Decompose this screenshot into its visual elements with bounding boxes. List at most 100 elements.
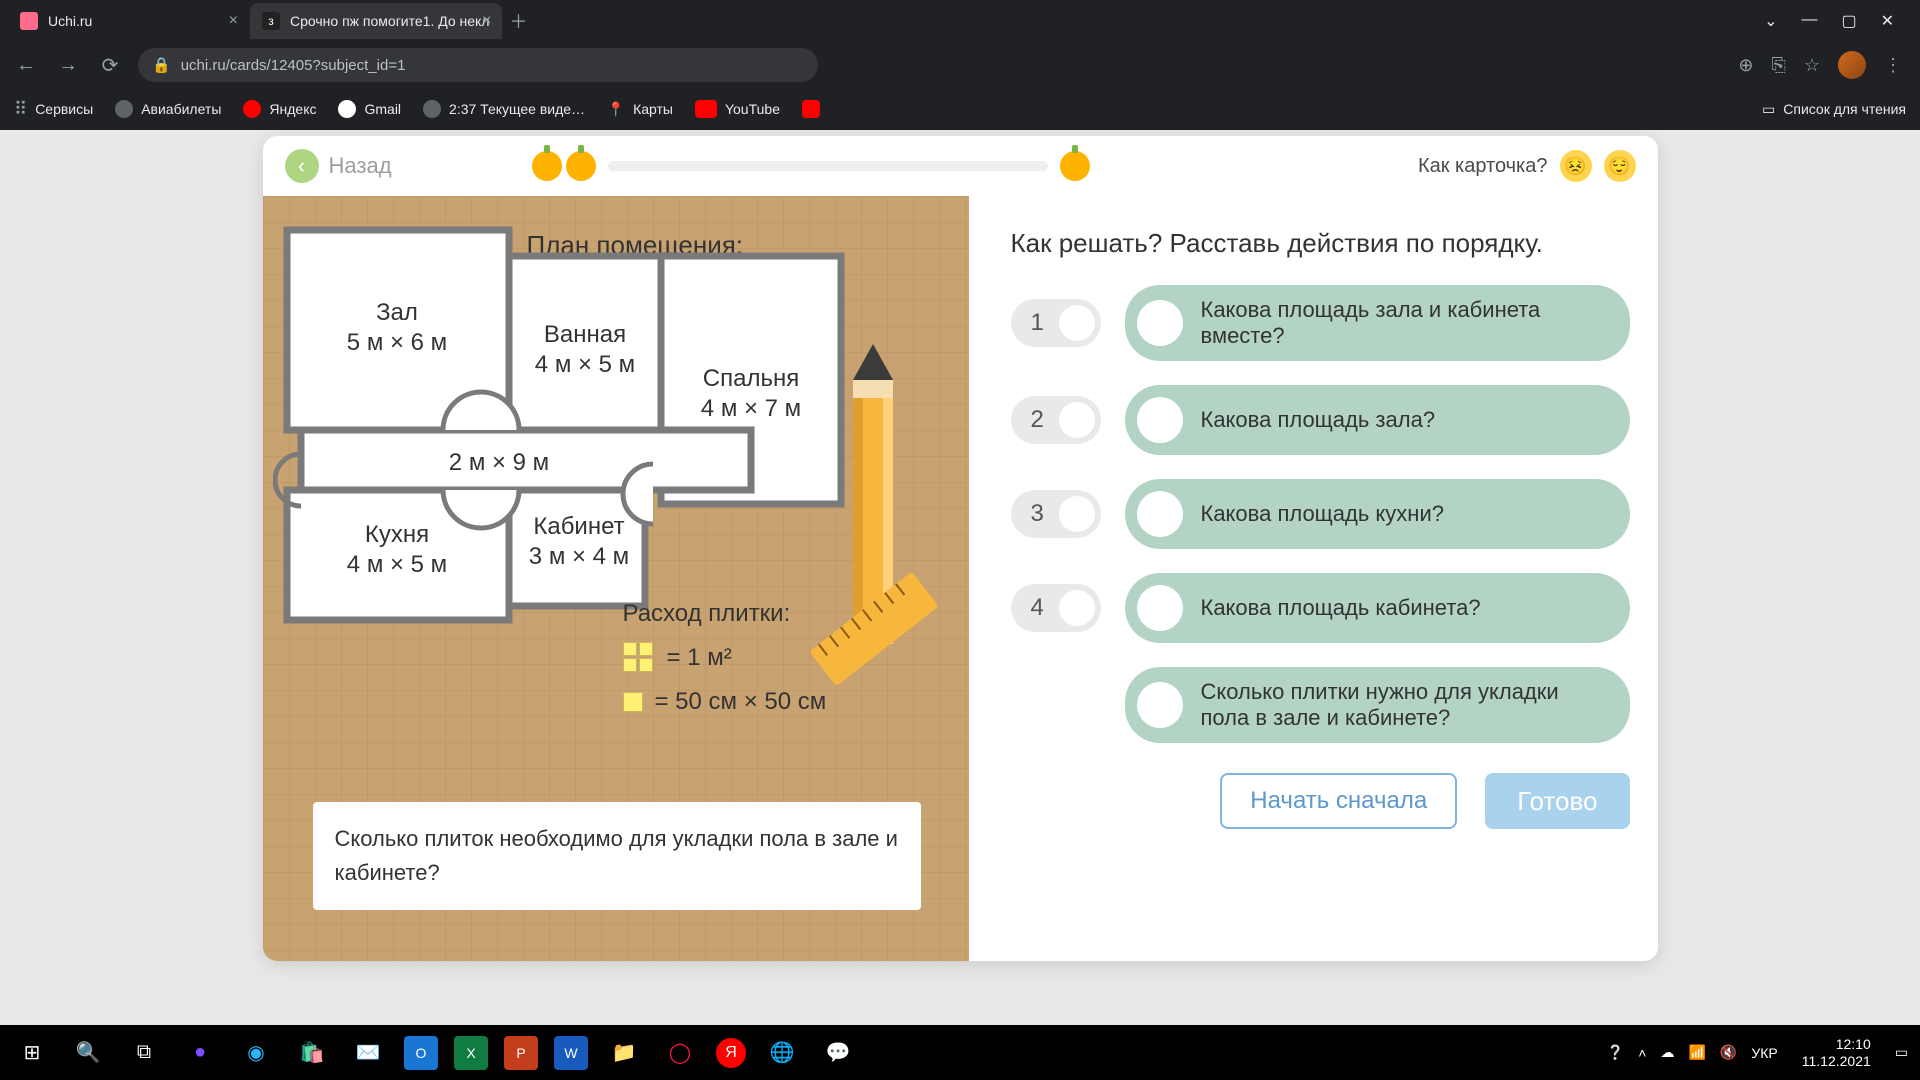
room-hall-name: Зал — [376, 299, 418, 326]
option-tiles-count[interactable]: Сколько плитки нужно для укладки пола в … — [1125, 667, 1630, 743]
step-slot-2[interactable]: 2 — [1011, 396, 1101, 444]
rate-happy-icon[interactable]: 😌 — [1604, 150, 1636, 182]
wifi-icon[interactable]: 📶 — [1688, 1044, 1705, 1061]
start-icon[interactable]: ⊞ — [12, 1033, 52, 1073]
room-kitchen-dims: 4 м × 5 м — [346, 551, 446, 578]
app-chrome-icon[interactable]: 🌐 — [762, 1033, 802, 1073]
maximize-icon[interactable]: ▢ — [1841, 11, 1856, 31]
app-yandex-icon[interactable]: Я — [716, 1038, 746, 1068]
language-indicator[interactable]: УКР — [1751, 1045, 1777, 1061]
option-area-kitchen[interactable]: Какова площадь кухни? — [1125, 479, 1630, 549]
notifications-icon[interactable]: ▭ — [1895, 1044, 1908, 1061]
app-yandex-browser-icon[interactable]: ● — [180, 1033, 220, 1073]
system-tray: ❔ ˄ ☁ 📶 🔇 УКР 12:10 11.12.2021 ▭ — [1607, 1036, 1908, 1070]
nav-forward-icon[interactable]: → — [54, 54, 82, 77]
task-title: Как решать? Расставь действия по порядку… — [1011, 228, 1630, 259]
nav-back-icon[interactable]: ← — [12, 54, 40, 77]
taskbar: ⊞ 🔍 ⧉ ● ◉ 🛍️ ✉️ O X P W 📁 ◯ Я 🌐 💬 ❔ ˄ ☁ … — [0, 1025, 1920, 1080]
drag-handle-icon — [1137, 300, 1183, 346]
app-mail-icon[interactable]: ✉️ — [348, 1033, 388, 1073]
help-icon[interactable]: ❔ — [1607, 1044, 1624, 1061]
menu-icon[interactable]: ⋮ — [1884, 55, 1902, 76]
tray-chevron-icon[interactable]: ˄ — [1638, 1045, 1646, 1061]
app-explorer-icon[interactable]: 📁 — [604, 1033, 644, 1073]
fruit-icon — [532, 151, 562, 181]
card-actions: Начать сначала Готово — [1011, 773, 1630, 829]
task-view-icon[interactable]: ⧉ — [124, 1033, 164, 1073]
close-window-icon[interactable]: ✕ — [1881, 11, 1894, 31]
progress-indicator — [532, 151, 1090, 181]
share-icon[interactable]: ⎘ — [1771, 55, 1785, 76]
bookmark-services[interactable]: ⠿Сервисы — [14, 99, 93, 120]
option-area-hall-study[interactable]: Какова площадь зала и кабинета вместе? — [1125, 285, 1630, 361]
search-icon[interactable]: 🔍 — [68, 1033, 108, 1073]
app-viber-icon[interactable]: 💬 — [818, 1033, 858, 1073]
bookmark-maps[interactable]: 📍Карты — [607, 101, 673, 118]
tab-uchi[interactable]: Uchi.ru × — [8, 3, 248, 39]
option-area-study[interactable]: Какова площадь кабинета? — [1125, 573, 1630, 643]
youtube-icon — [695, 100, 717, 118]
rate-sad-icon[interactable]: 😣 — [1560, 150, 1592, 182]
volume-mute-icon[interactable]: 🔇 — [1720, 1044, 1737, 1061]
clock-date: 11.12.2021 — [1802, 1053, 1871, 1070]
step-row-4: 4 Какова площадь кабинета? — [1011, 573, 1630, 643]
tab-znanija[interactable]: з Срочно пж помогите1. До некл × — [250, 3, 502, 39]
minimize-icon[interactable]: ― — [1801, 11, 1817, 31]
drag-handle-icon — [1137, 397, 1183, 443]
restart-button[interactable]: Начать сначала — [1220, 773, 1457, 829]
close-icon[interactable]: × — [229, 12, 238, 30]
bookmarks-bar: ⠿Сервисы Авиабилеты Яндекс Gmail 2:37 Те… — [0, 88, 1920, 130]
nav-reload-icon[interactable]: ⟳ — [96, 53, 124, 78]
room-bath-name: Ванная — [543, 321, 625, 348]
app-opera-icon[interactable]: ◯ — [660, 1033, 700, 1073]
room-kitchen-name: Кухня — [364, 521, 428, 548]
back-label: Назад — [329, 153, 392, 179]
step-row-3: 3 Какова площадь кухни? — [1011, 479, 1630, 549]
step-slot-3[interactable]: 3 — [1011, 490, 1101, 538]
globe-icon — [115, 100, 133, 118]
close-icon[interactable]: × — [482, 12, 491, 30]
bookmark-other[interactable] — [802, 100, 820, 118]
drag-handle-icon — [1137, 585, 1183, 631]
url-field[interactable]: 🔒 uchi.ru/cards/12405?subject_id=1 — [138, 48, 818, 82]
apps-icon: ⠿ — [14, 99, 27, 120]
back-button[interactable]: ‹ Назад — [285, 149, 392, 183]
bookmark-youtube[interactable]: YouTube — [695, 100, 780, 118]
drag-handle-icon — [1137, 491, 1183, 537]
tile-usage-title: Расход плитки: — [623, 600, 827, 628]
app-powerpoint-icon[interactable]: P — [504, 1036, 538, 1070]
option-area-hall[interactable]: Какова площадь зала? — [1125, 385, 1630, 455]
app-excel-icon[interactable]: X — [454, 1036, 488, 1070]
reading-list[interactable]: ▭Список для чтения — [1762, 101, 1906, 118]
zoom-icon[interactable]: ⊕ — [1738, 55, 1753, 76]
bookmark-yandex[interactable]: Яндекс — [243, 100, 316, 118]
step-row-5: Сколько плитки нужно для укладки пола в … — [1011, 667, 1630, 743]
card-header: ‹ Назад Как карточка? 😣 😌 — [263, 136, 1658, 196]
step-slot-1[interactable]: 1 — [1011, 299, 1101, 347]
tile-row-50cm: = 50 см × 50 см — [623, 688, 827, 716]
favicon-uchi — [20, 12, 38, 30]
bookmark-video[interactable]: 2:37 Текущее виде… — [423, 100, 585, 118]
app-outlook-icon[interactable]: O — [404, 1036, 438, 1070]
tile-row-1m: = 1 м² — [623, 642, 827, 674]
done-button[interactable]: Готово — [1485, 773, 1629, 829]
clock[interactable]: 12:10 11.12.2021 — [1802, 1036, 1871, 1070]
url-text: uchi.ru/cards/12405?subject_id=1 — [181, 57, 406, 74]
chevron-down-icon[interactable]: ⌄ — [1764, 11, 1777, 31]
app-store-icon[interactable]: 🛍️ — [292, 1033, 332, 1073]
yandex-icon — [243, 100, 261, 118]
star-icon[interactable]: ☆ — [1804, 55, 1820, 76]
app-word-icon[interactable]: W — [554, 1036, 588, 1070]
browser-chrome: Uchi.ru × з Срочно пж помогите1. До некл… — [0, 0, 1920, 130]
app-edge-icon[interactable]: ◉ — [236, 1033, 276, 1073]
onedrive-icon[interactable]: ☁ — [1660, 1044, 1674, 1061]
profile-avatar[interactable] — [1838, 51, 1866, 79]
step-row-1: 1 Какова площадь зала и кабинета вместе? — [1011, 285, 1630, 361]
bookmark-avia[interactable]: Авиабилеты — [115, 100, 221, 118]
rate-label: Как карточка? — [1418, 155, 1548, 178]
left-pane: План помещения: — [263, 196, 969, 961]
bookmark-gmail[interactable]: Gmail — [338, 100, 401, 118]
new-tab-button[interactable]: ＋ — [504, 6, 534, 36]
step-row-2: 2 Какова площадь зала? — [1011, 385, 1630, 455]
step-slot-4[interactable]: 4 — [1011, 584, 1101, 632]
